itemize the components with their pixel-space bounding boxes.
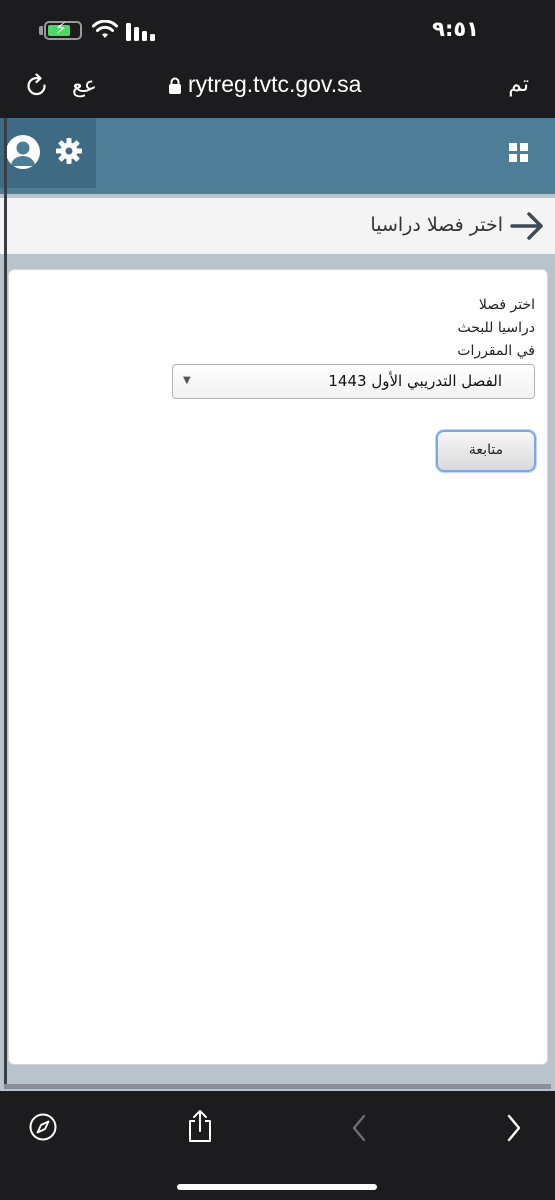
dropdown-arrow-icon: ▼ bbox=[183, 375, 191, 386]
url-field[interactable]: rytreg.tvtc.gov.sa bbox=[188, 71, 361, 98]
grid-icon[interactable] bbox=[509, 143, 529, 163]
header-user-area bbox=[0, 118, 96, 188]
battery-nub bbox=[39, 26, 43, 35]
page-title-bar: اختر فصلا دراسيا bbox=[0, 198, 555, 254]
gear-icon[interactable] bbox=[54, 136, 84, 166]
done-button[interactable]: تم bbox=[508, 72, 529, 97]
signal-icon bbox=[126, 23, 155, 41]
chevron-right-icon[interactable] bbox=[505, 1113, 523, 1143]
left-rail-divider bbox=[4, 118, 7, 1089]
wifi-icon bbox=[92, 20, 118, 38]
clock: ٩:٥١ bbox=[432, 17, 479, 41]
bottom-rule-divider bbox=[4, 1084, 551, 1089]
compass-icon[interactable] bbox=[28, 1112, 58, 1142]
battery-icon: ⚡ bbox=[44, 19, 82, 40]
term-select-label: اختر فصلا دراسيا للبحث في المقررات bbox=[457, 297, 535, 359]
term-select[interactable]: الفصل التدريبي الأول 1443 ▼ bbox=[172, 364, 535, 399]
browser-toolbar bbox=[0, 1091, 555, 1200]
form-panel: اختر فصلا دراسيا للبحث في المقررات الفصل… bbox=[8, 269, 548, 1065]
address-bar: ﻋﻊ rytreg.tvtc.gov.sa تم bbox=[0, 60, 555, 118]
web-content: اختر فصلا دراسيا اختر فصلا دراسيا للبحث … bbox=[0, 118, 555, 1091]
status-bar: ⚡ ٩:٥١ bbox=[0, 0, 555, 60]
continue-button-label: متابعة bbox=[468, 442, 504, 458]
home-indicator bbox=[177, 1184, 377, 1190]
page-title: اختر فصلا دراسيا bbox=[370, 214, 503, 236]
chevron-left-icon[interactable] bbox=[350, 1113, 368, 1143]
reload-icon[interactable] bbox=[24, 73, 50, 99]
continue-button[interactable]: متابعة bbox=[436, 430, 536, 472]
app-header bbox=[0, 118, 555, 194]
text-size-button[interactable]: ﻋﻊ bbox=[72, 73, 97, 98]
user-avatar-icon[interactable] bbox=[6, 135, 40, 169]
lock-icon bbox=[169, 77, 181, 94]
term-select-value: الفصل التدريبي الأول 1443 bbox=[328, 372, 502, 390]
share-icon[interactable] bbox=[186, 1108, 214, 1144]
back-arrow-icon[interactable] bbox=[509, 211, 545, 241]
